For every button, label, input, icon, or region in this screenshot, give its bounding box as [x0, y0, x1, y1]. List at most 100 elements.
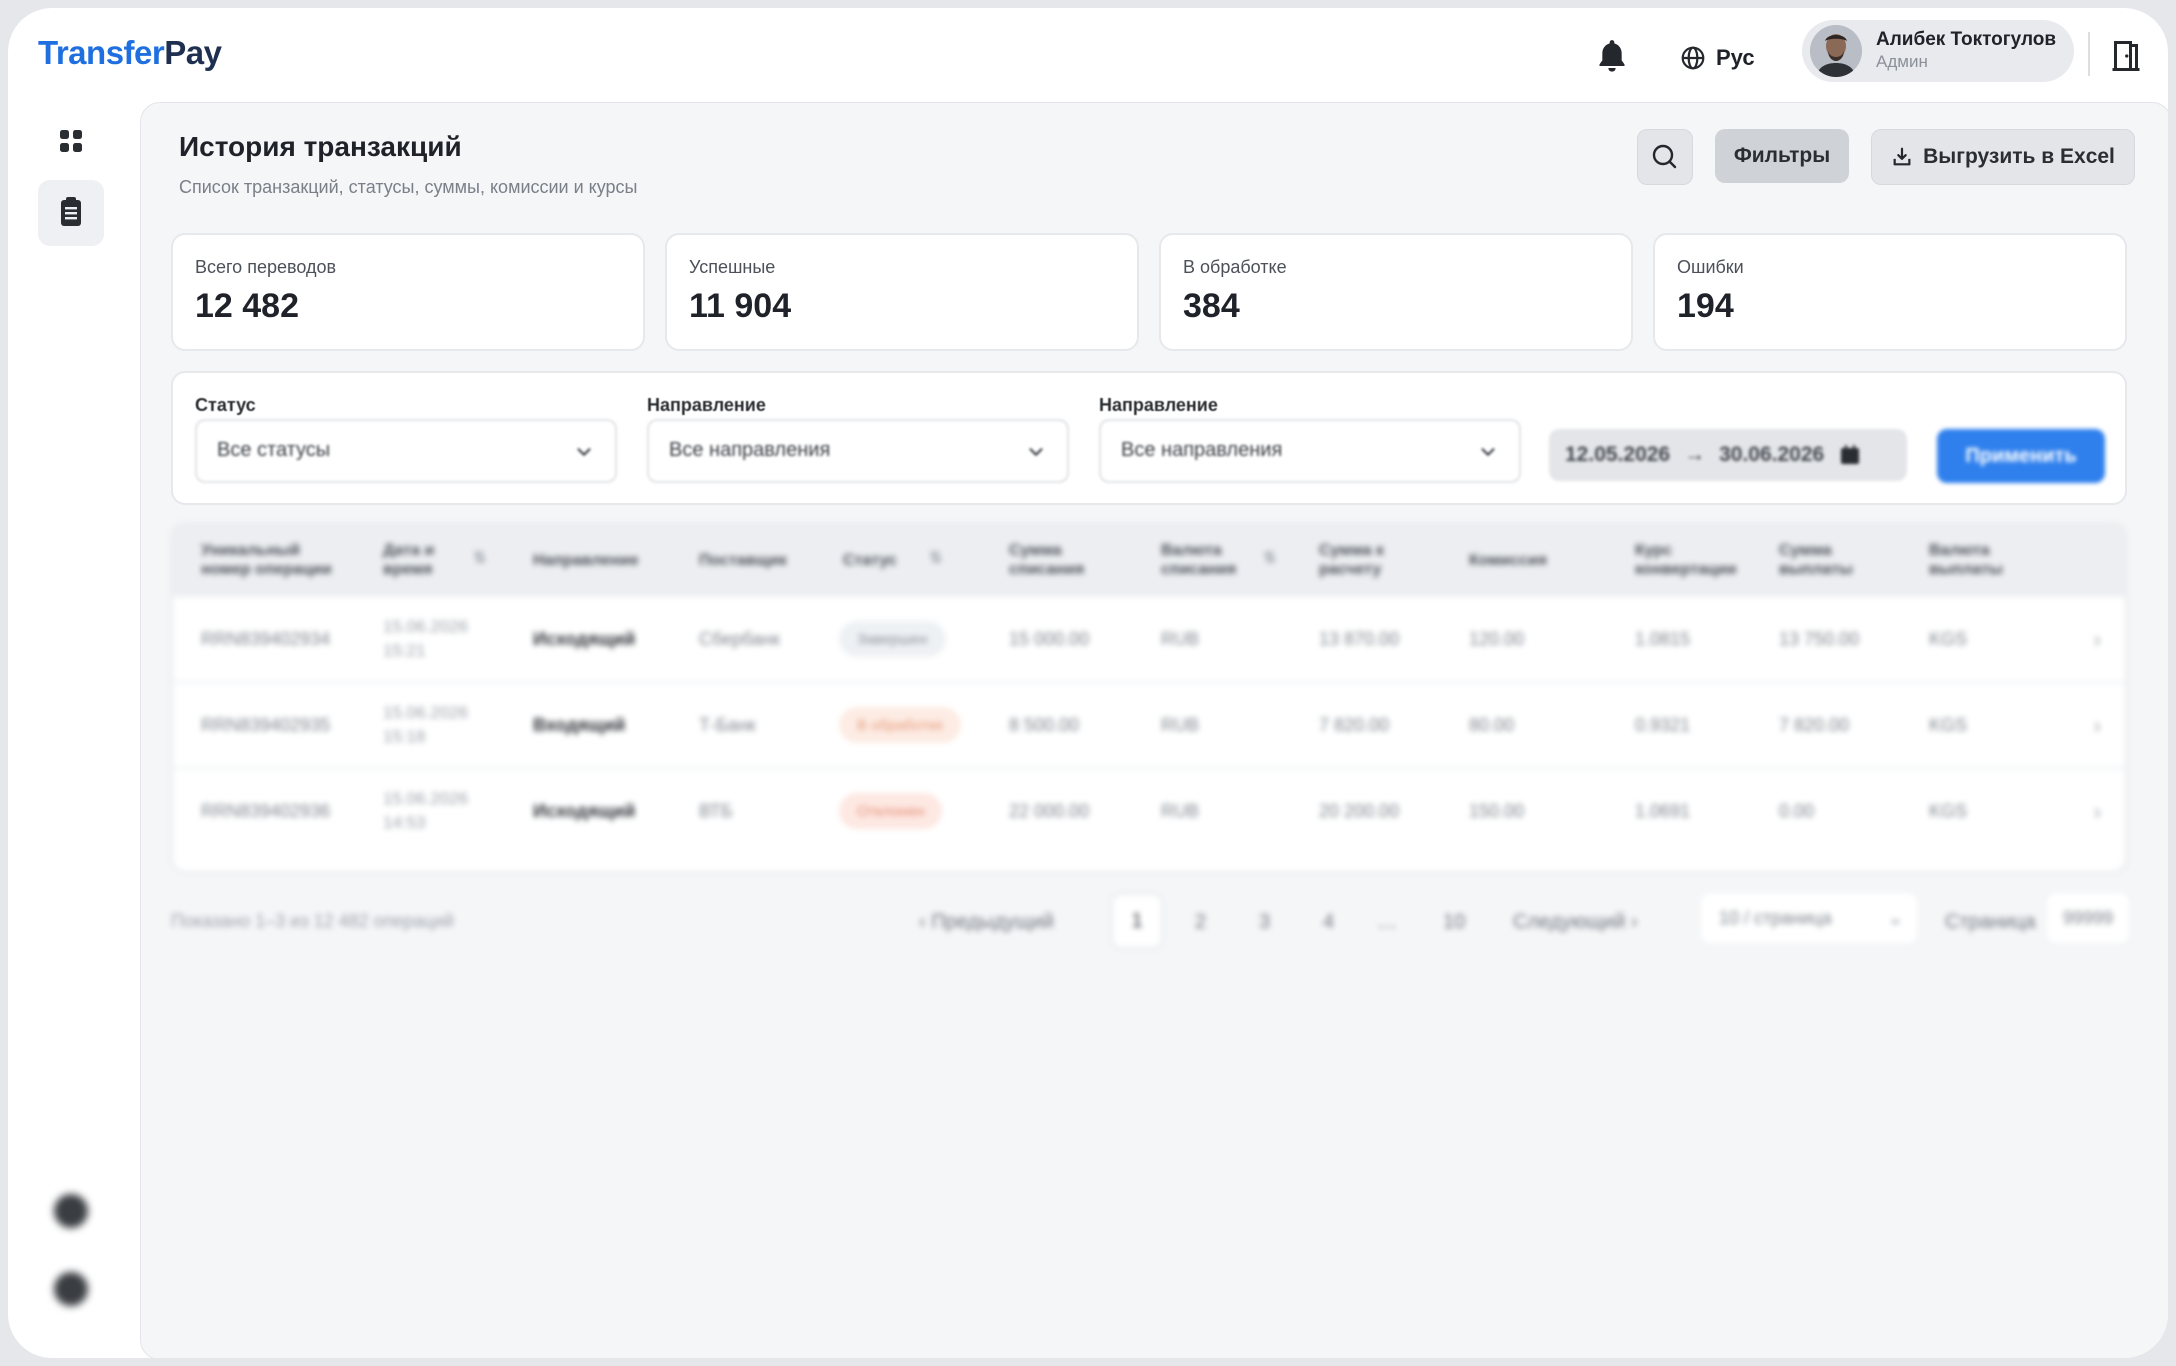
cell-rate: 1.0815	[1635, 629, 1691, 649]
header-divider	[2088, 32, 2090, 76]
pagination: Показано 1–3 из 12 482 операций ‹ Предыд…	[141, 893, 2168, 953]
table-row[interactable]: RRN839402936 15.06.2026 14:53 Исходящий В…	[173, 767, 2125, 855]
cell-fee: 120.00	[1469, 629, 1525, 649]
cell-amount: 15 000.00	[1009, 629, 1090, 649]
clipboard-icon	[61, 197, 81, 226]
table-row[interactable]: RRN839402934 15.06.2026 15:21 Исходящий С…	[173, 595, 2125, 683]
cell-direction: Исходящий	[533, 629, 636, 649]
direction2-select-value: Все направления	[1121, 439, 1283, 461]
chevron-right-icon[interactable]: ›	[2094, 799, 2101, 825]
sidebar-settings-icon[interactable]	[54, 1194, 88, 1228]
prev-page-button[interactable]: ‹ Предыдущий	[919, 911, 1054, 934]
cell-payout-currency: KGS	[1929, 629, 1968, 649]
date-range-picker[interactable]: 12.05.2026 → 30.06.2026	[1549, 429, 1907, 481]
stat-label: Ошибки	[1677, 257, 1744, 277]
filters-bar: Статус Все статусы Направление Все напра…	[171, 371, 2127, 505]
stat-card-errors: Ошибки 194	[1653, 233, 2127, 351]
page-button[interactable]: 3	[1259, 911, 1270, 934]
direction-select[interactable]: Все направления	[647, 419, 1069, 483]
sort-icon[interactable]: ⇅	[473, 549, 486, 568]
column-header[interactable]: Поставщик	[699, 551, 787, 570]
language-label: Рус	[1716, 45, 1755, 70]
table-row[interactable]: RRN839402935 15.06.2026 15:18 Входящий Т-…	[173, 681, 2125, 769]
globe-icon	[1681, 46, 1705, 70]
status-badge: Завершен	[839, 621, 946, 657]
user-info: Алибек Токтогулов Админ	[1876, 29, 2056, 72]
direction-select-value: Все направления	[669, 439, 831, 461]
column-header[interactable]: Дата и время	[383, 541, 463, 579]
user-menu[interactable]: Алибек Токтогулов Админ	[1802, 20, 2074, 82]
search-button[interactable]	[1637, 129, 1693, 185]
apply-button[interactable]: Применить	[1937, 429, 2105, 483]
page-button[interactable]: 10	[1443, 911, 1465, 934]
column-header[interactable]: Курс конвертации	[1635, 541, 1755, 579]
sidebar-item-dashboard[interactable]	[48, 118, 94, 164]
goto-page-input[interactable]: 99999	[2047, 893, 2129, 943]
status-select[interactable]: Все статусы	[195, 419, 617, 483]
cell-date: 15.06.2026	[383, 789, 469, 808]
direction2-select[interactable]: Все направления	[1099, 419, 1521, 483]
column-header[interactable]: Сумма списания	[1009, 541, 1109, 579]
sort-icon[interactable]: ⇅	[929, 549, 942, 568]
column-header[interactable]: Валюта списания	[1161, 541, 1261, 579]
prev-page-label: Предыдущий	[931, 911, 1054, 933]
column-header[interactable]: Статус	[843, 551, 897, 570]
column-header[interactable]: Комиссия	[1469, 551, 1547, 570]
arrow-right-icon: →	[1684, 443, 1706, 466]
logo[interactable]: TransferPay	[38, 34, 222, 72]
sidebar-help-icon[interactable]	[54, 1272, 88, 1306]
language-switcher[interactable]: Рус	[1680, 38, 1755, 78]
cell-datetime: 15.06.2026 15:18	[383, 701, 468, 749]
chevron-down-icon	[577, 448, 591, 456]
column-header[interactable]: Направление	[533, 551, 639, 570]
cell-direction: Входящий	[533, 715, 626, 735]
export-excel-button[interactable]: Выгрузить в Excel	[1871, 129, 2135, 185]
stat-value: 384	[1183, 287, 1240, 325]
cell-payout: 0.00	[1779, 801, 1815, 821]
cell-settle: 7 820.00	[1319, 715, 1390, 735]
cell-currency: RUB	[1161, 801, 1200, 821]
next-page-label: Следующий	[1513, 911, 1626, 933]
chevron-down-icon	[1029, 448, 1043, 456]
chevron-right-icon[interactable]: ›	[2094, 713, 2101, 739]
per-page-select[interactable]: 10 / страница ⌄	[1701, 893, 1917, 943]
stat-card-processing: В обработке 384	[1159, 233, 1633, 351]
page-button[interactable]: 4	[1323, 911, 1334, 934]
page-button[interactable]: 2	[1195, 911, 1206, 934]
cell-id: RRN839402935	[201, 715, 331, 735]
date-from: 12.05.2026	[1565, 443, 1671, 466]
logout-door-icon[interactable]	[2108, 36, 2144, 76]
page-button-active[interactable]: 1	[1111, 893, 1163, 949]
filters-button[interactable]: Фильтры	[1715, 129, 1849, 183]
bell-icon[interactable]	[1592, 36, 1632, 76]
sidebar-item-transactions[interactable]	[38, 180, 104, 246]
column-header[interactable]: Сумма к расчету	[1319, 541, 1419, 579]
chevron-right-icon[interactable]: ›	[2094, 627, 2101, 653]
status-select-value: Все статусы	[217, 439, 331, 461]
search-icon	[1652, 144, 1677, 169]
cell-fee: 150.00	[1469, 801, 1525, 821]
cell-fee: 80.00	[1469, 715, 1515, 735]
column-header[interactable]: Валюта выплаты	[1929, 541, 2029, 579]
cell-date: 15.06.2026	[383, 617, 469, 636]
calendar-icon	[1841, 445, 1860, 464]
cell-currency: RUB	[1161, 715, 1200, 735]
cell-time: 15:21	[383, 640, 426, 660]
cell-payout: 13 750.00	[1779, 629, 1860, 649]
stat-label: Всего переводов	[195, 257, 337, 277]
main-panel: История транзакций Список транзакций, ст…	[140, 102, 2168, 1358]
sort-icon[interactable]: ⇅	[1263, 549, 1276, 568]
column-header[interactable]: Уникальный номер операции	[201, 541, 351, 579]
stat-label: В обработке	[1183, 257, 1287, 277]
cell-settle: 20 200.00	[1319, 801, 1400, 821]
cell-id: RRN839402934	[201, 629, 331, 649]
next-page-button[interactable]: Следующий ›	[1513, 911, 1637, 934]
stat-value: 12 482	[195, 287, 299, 325]
app-window: TransferPay Рус Алибек Токтогулов Админ …	[8, 8, 2168, 1358]
cell-time: 15:18	[383, 726, 426, 746]
chevron-down-icon: ⌄	[1887, 907, 1903, 928]
column-header[interactable]: Сумма выплаты	[1779, 541, 1879, 579]
cell-date: 15.06.2026	[383, 703, 469, 722]
cell-time: 14:53	[383, 812, 426, 832]
top-bar: TransferPay Рус Алибек Токтогулов Админ	[8, 8, 2168, 108]
